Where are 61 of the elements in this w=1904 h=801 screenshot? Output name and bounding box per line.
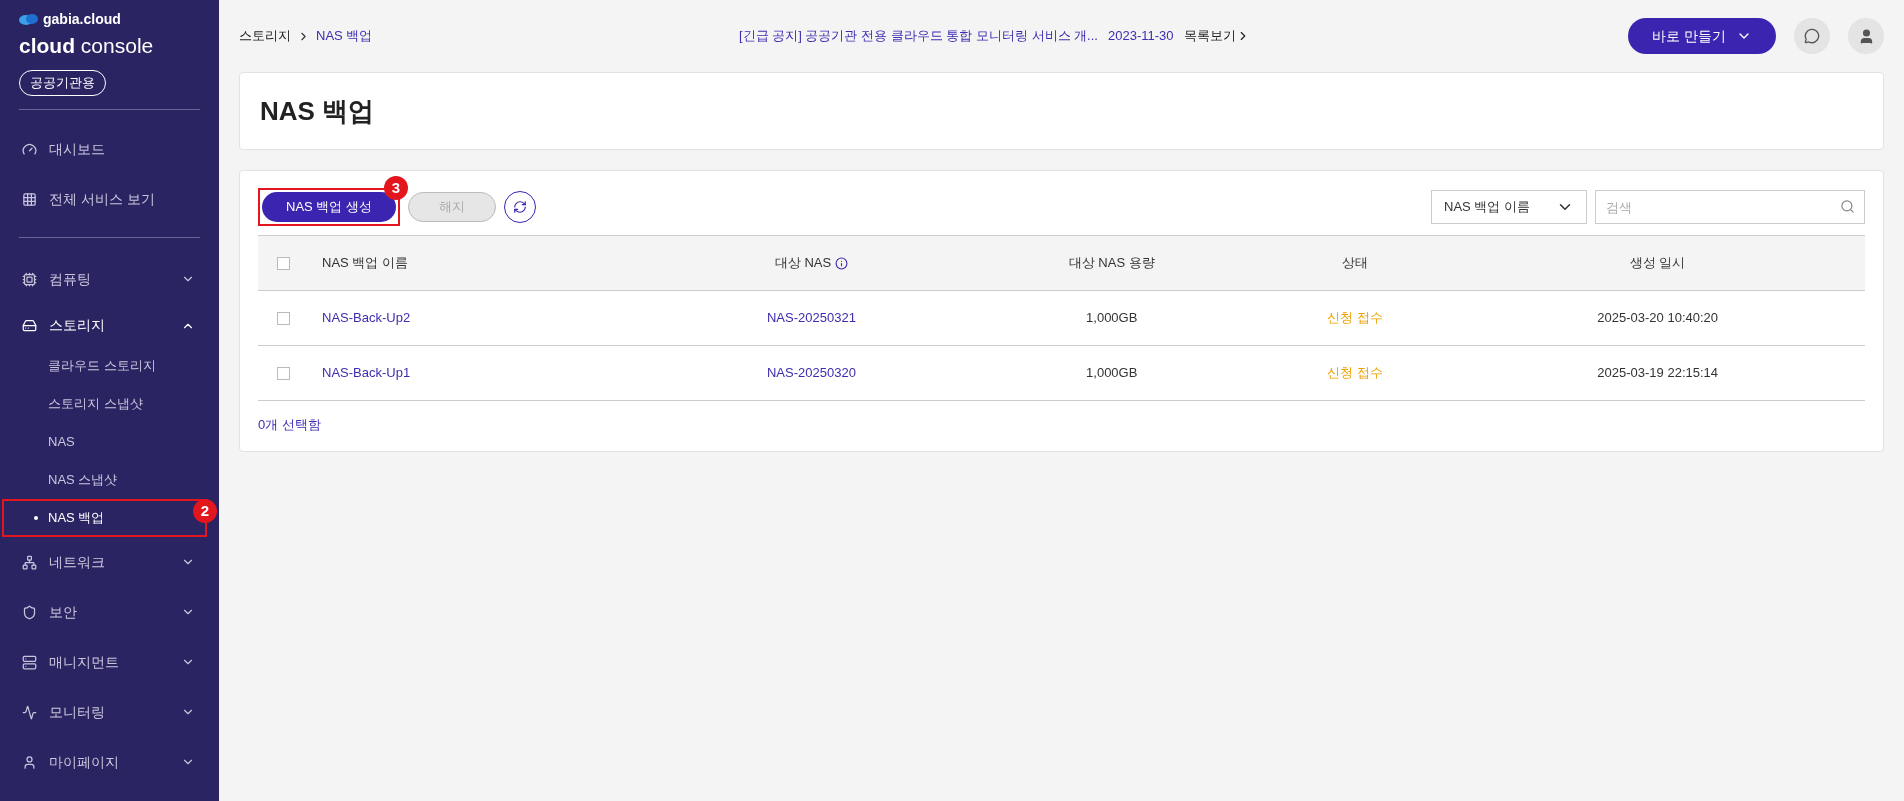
- shield-icon: [22, 604, 37, 620]
- filter-dropdown[interactable]: NAS 백업 이름: [1431, 190, 1587, 224]
- target-nas-link[interactable]: NAS-20250320: [767, 365, 856, 381]
- capacity-cell: 1,000GB: [1086, 310, 1138, 326]
- select-all-checkbox[interactable]: [276, 257, 290, 271]
- sidebar-item[interactable]: 네트워크: [0, 537, 219, 587]
- backup-name-link[interactable]: NAS-Back-Up2: [322, 310, 411, 326]
- sidebar-item[interactable]: 대시보드: [0, 124, 219, 174]
- column-header: 생성 일시: [1629, 254, 1686, 273]
- row-checkbox[interactable]: [276, 367, 290, 381]
- notice-list-link[interactable]: 목록보기: [1183, 26, 1250, 46]
- column-header: NAS 백업 이름: [322, 254, 408, 273]
- step-badge: 3: [383, 176, 408, 200]
- sidebar-subitem[interactable]: NAS 스냅샷: [2, 461, 217, 499]
- status-text: 신청 접수: [1327, 310, 1383, 326]
- network-icon: [22, 554, 37, 570]
- chat-button[interactable]: [1794, 18, 1830, 54]
- selection-count: 0개 선택함: [258, 416, 322, 434]
- column-header: 대상 NAS: [774, 253, 849, 273]
- sidebar-subitem[interactable]: 스토리지 스냅샷: [2, 385, 217, 423]
- created-date-cell: 2025-03-19 22:15:14: [1597, 365, 1719, 381]
- server-icon: [22, 654, 37, 670]
- quick-create-button[interactable]: 바로 만들기: [1628, 18, 1776, 54]
- step-badge: 2: [193, 499, 217, 523]
- sidebar-subitem[interactable]: NAS: [2, 423, 217, 461]
- sidebar-item[interactable]: 마이페이지: [0, 737, 219, 787]
- breadcrumb-item: NAS 백업: [316, 27, 373, 46]
- pulse-icon: [22, 704, 37, 720]
- chat-icon: [1804, 28, 1820, 44]
- user-icon: [22, 754, 37, 770]
- chip-icon: [22, 271, 37, 287]
- page-title: NAS 백업: [260, 94, 375, 128]
- created-date-cell: 2025-03-20 10:40:20: [1597, 310, 1719, 326]
- create-backup-button[interactable]: NAS 백업 생성: [262, 192, 396, 222]
- sidebar-item[interactable]: 컴퓨팅: [0, 254, 219, 304]
- sidebar-subitem[interactable]: 클라우드 스토리지: [2, 347, 217, 385]
- column-header: 상태: [1341, 254, 1368, 273]
- row-checkbox[interactable]: [276, 312, 290, 326]
- grid-icon: [22, 191, 37, 207]
- product-name: cloud console: [19, 33, 155, 59]
- breadcrumb-item[interactable]: 스토리지: [239, 26, 291, 46]
- sidebar-item[interactable]: 모니터링: [0, 687, 219, 737]
- gauge-icon: [22, 141, 37, 157]
- refresh-icon: [512, 200, 527, 214]
- drive-icon: [22, 318, 37, 333]
- search-field[interactable]: 검색: [1595, 190, 1865, 224]
- column-header: 대상 NAS 용량: [1068, 254, 1155, 273]
- target-nas-link[interactable]: NAS-20250321: [767, 310, 856, 326]
- backup-name-link[interactable]: NAS-Back-Up1: [322, 365, 411, 381]
- notice-link[interactable]: [긴급 공지] 공공기관 전용 클라우드 통합 모니터링 서비스 개...: [739, 26, 1098, 46]
- sidebar-item[interactable]: 전체 서비스 보기: [0, 174, 219, 224]
- sidebar-item[interactable]: 매니지먼트: [0, 637, 219, 687]
- brand-name: gabia.cloud: [43, 12, 121, 26]
- sidebar-item[interactable]: 보안: [0, 587, 219, 637]
- search-icon: [1840, 199, 1855, 214]
- sidebar-item[interactable]: 스토리지: [0, 304, 219, 347]
- cloud-logo-icon: [19, 12, 39, 26]
- status-text: 신청 접수: [1327, 365, 1383, 381]
- capacity-cell: 1,000GB: [1086, 365, 1138, 381]
- notice-date: 2023-11-30: [1107, 27, 1174, 46]
- profile-button[interactable]: [1848, 18, 1884, 54]
